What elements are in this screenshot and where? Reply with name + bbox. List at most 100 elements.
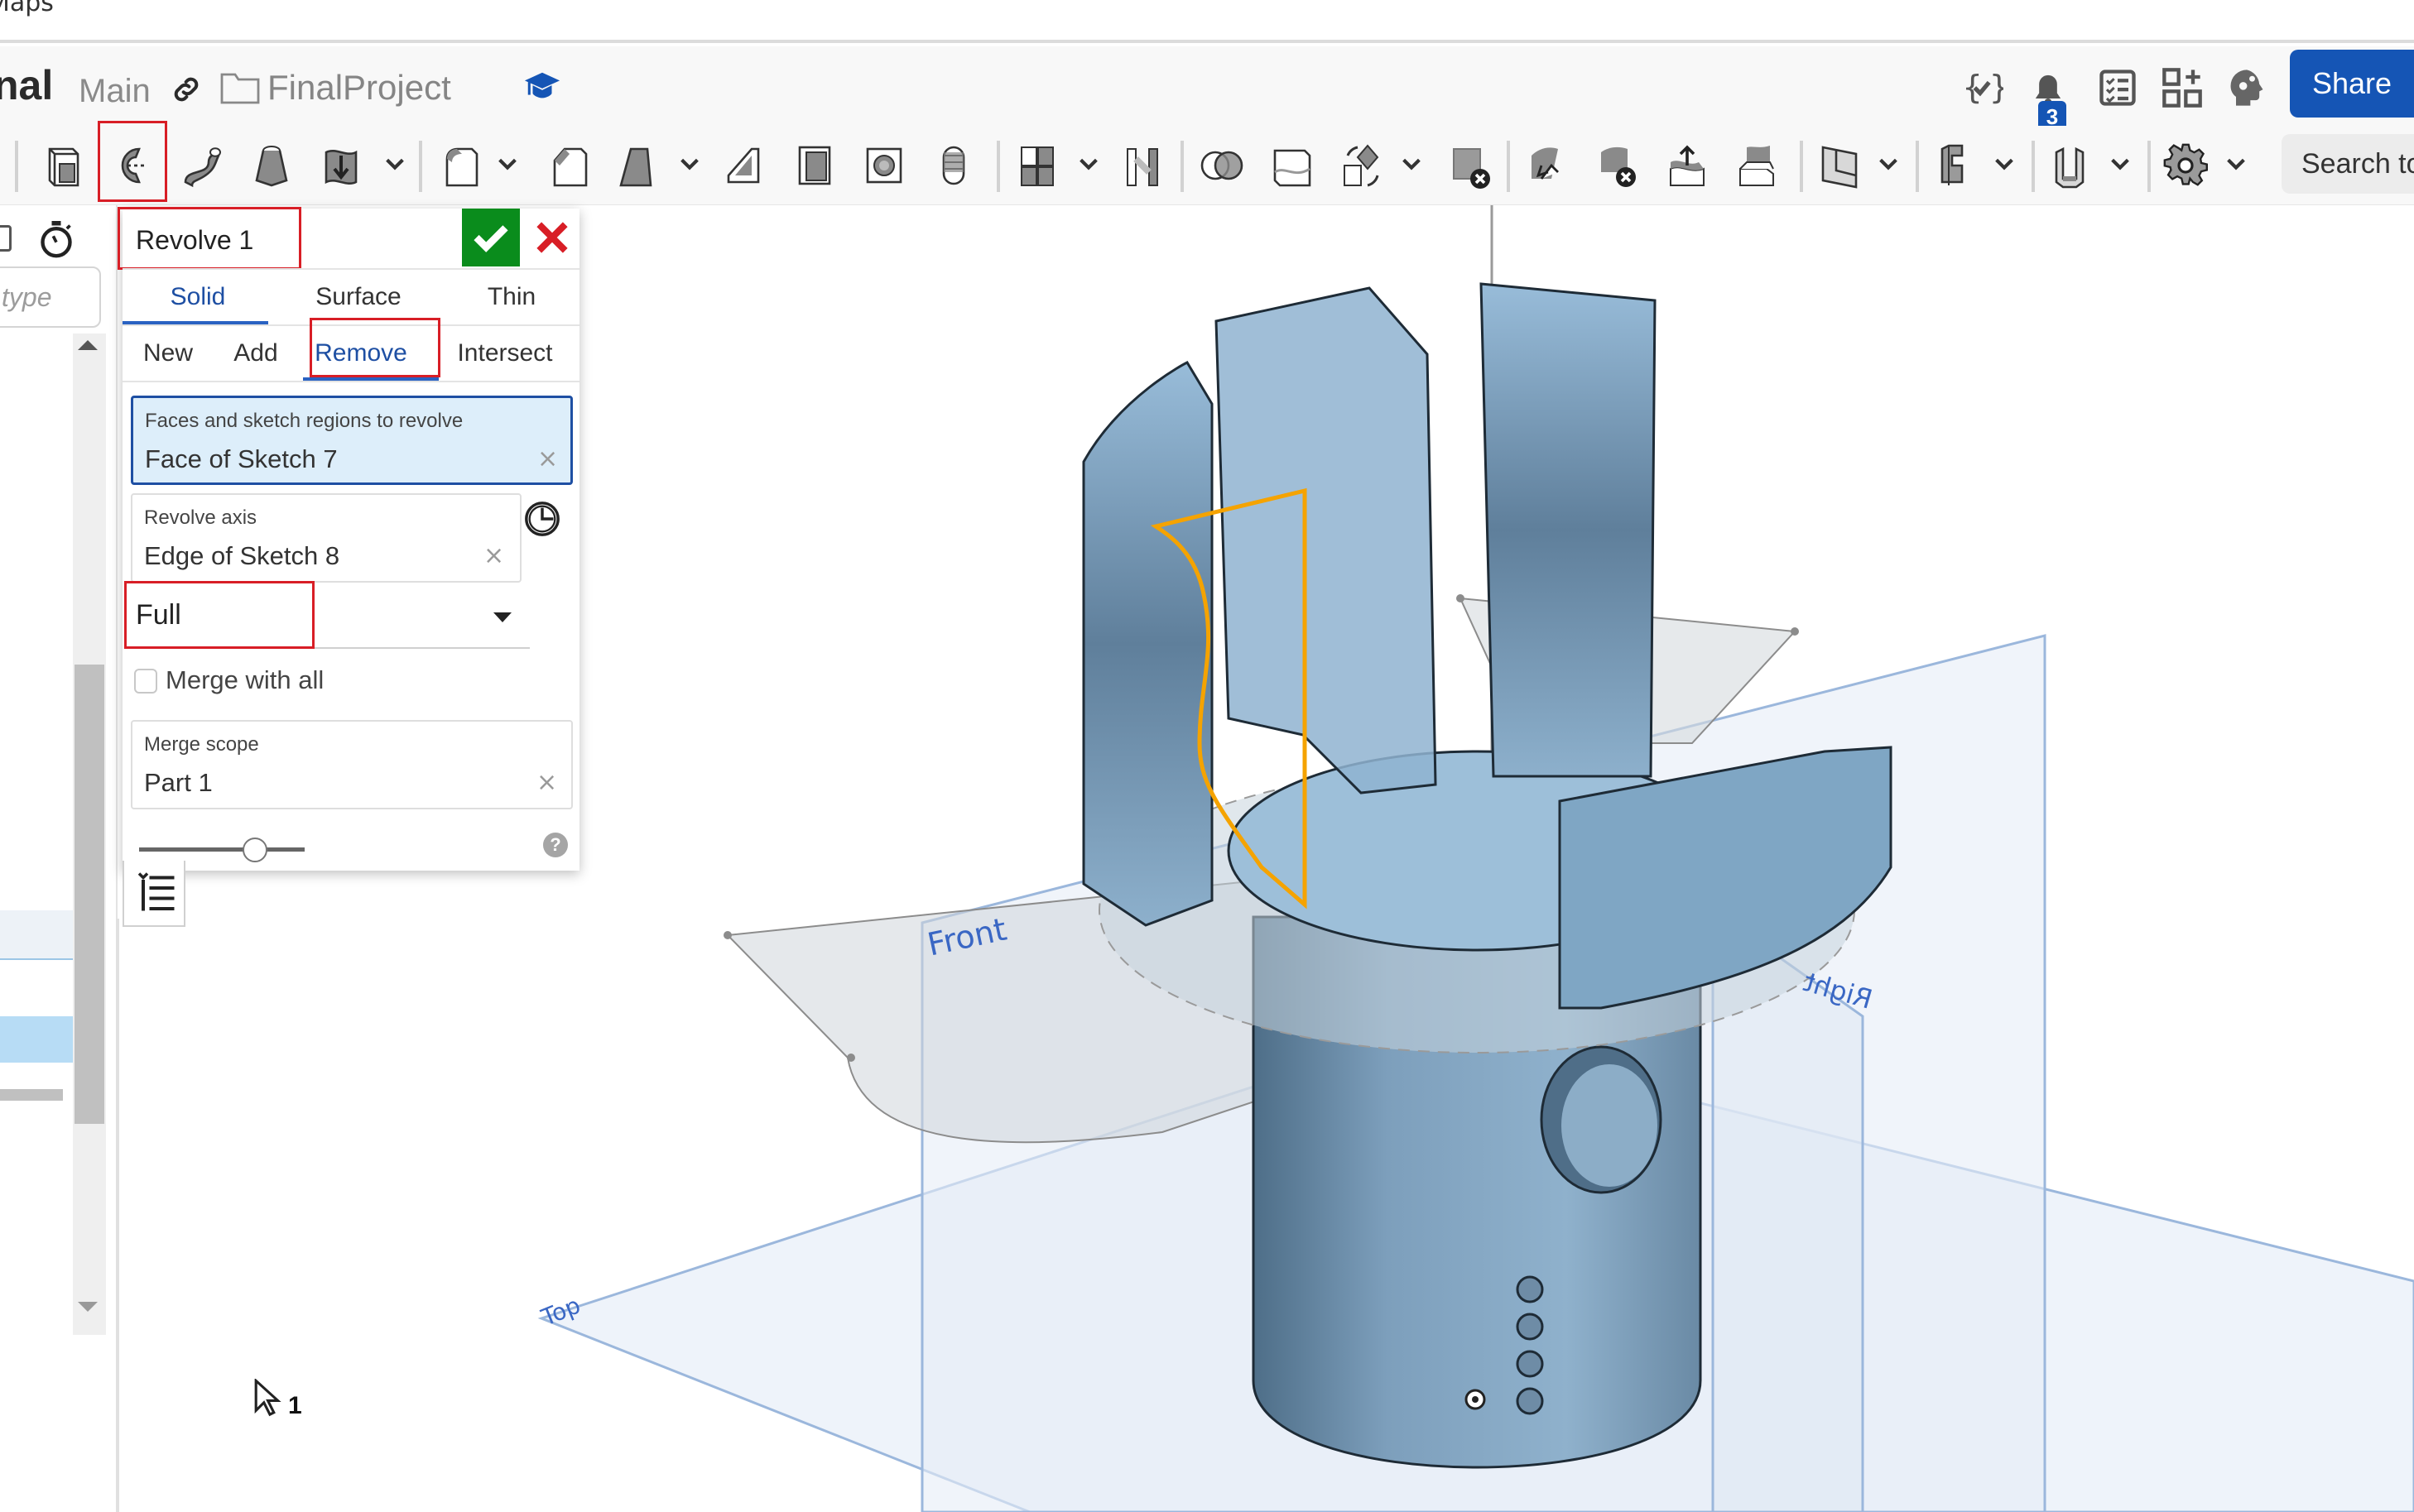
merge-with-all-checkbox[interactable] [134, 669, 157, 694]
divider [123, 381, 579, 382]
prong-back-left[interactable] [1214, 286, 1437, 794]
boolean-tool-icon[interactable] [1195, 139, 1248, 192]
remove-highlight [310, 318, 440, 377]
delete-face-tool-icon[interactable] [1591, 139, 1644, 192]
thicken-dropdown-chevron-icon[interactable] [382, 151, 407, 175]
pattern-dropdown-chevron-icon[interactable] [1076, 151, 1101, 175]
branch-name[interactable]: Main [79, 73, 151, 110]
transform-dropdown-chevron-icon[interactable] [1399, 151, 1424, 175]
toolbar-separator [1507, 141, 1510, 192]
scroll-down-arrow-icon[interactable] [78, 1302, 98, 1312]
scroll-up-arrow-icon[interactable] [78, 340, 98, 350]
rib-tool-icon[interactable] [719, 139, 772, 192]
offset-surface-tool-icon[interactable] [1661, 139, 1714, 192]
active-tool-highlight [98, 121, 167, 202]
field-label: Faces and sketch regions to revolve [145, 410, 464, 432]
scrollbar-thumb[interactable] [75, 665, 104, 1124]
draft-tool-icon[interactable] [611, 139, 664, 192]
feature-list-toggle[interactable] [123, 861, 185, 927]
plane-tool-icon[interactable] [1813, 139, 1866, 192]
feature-list-scrollbar[interactable] [73, 334, 106, 1335]
tab-add[interactable]: Add [227, 339, 285, 367]
thread-tool-icon[interactable] [927, 139, 980, 192]
rollback-timer-icon[interactable] [38, 218, 75, 260]
preview-slider-thumb[interactable] [243, 838, 267, 862]
sweep-tool-icon[interactable] [176, 139, 228, 192]
close-x-icon [536, 222, 568, 253]
prong-back-right[interactable] [1479, 282, 1657, 778]
split-tool-icon[interactable] [1265, 139, 1318, 192]
linear-pattern-tool-icon[interactable] [1012, 139, 1065, 192]
shell-tool-icon[interactable] [788, 139, 841, 192]
toolbar-separator [15, 141, 18, 192]
help-icon[interactable]: ? [543, 833, 568, 857]
divider [123, 268, 579, 270]
feature-list-item[interactable] [0, 910, 73, 960]
revolve-axis-field[interactable]: Revolve axis Edge of Sketch 8 × [131, 493, 522, 583]
select-all-checkbox[interactable] [0, 225, 12, 252]
toolbar-separator [1800, 141, 1803, 192]
hole-tool-icon[interactable] [858, 139, 911, 192]
clear-selection-icon[interactable]: × [536, 768, 557, 797]
tab-thin[interactable]: Thin [470, 283, 553, 311]
delete-part-tool-icon[interactable] [1444, 139, 1497, 192]
bookmarks-bar: Maps [0, 0, 2414, 43]
tab-solid[interactable]: Solid [152, 283, 243, 311]
panel-border [116, 919, 119, 1512]
move-face-tool-icon[interactable] [1522, 139, 1575, 192]
faces-to-revolve-field[interactable]: Faces and sketch regions to revolve Face… [131, 396, 573, 485]
tab-surface[interactable]: Surface [305, 283, 412, 311]
confirm-button[interactable] [462, 209, 520, 266]
field-value: Face of Sketch 7 [145, 444, 338, 473]
folder-icon[interactable] [220, 71, 260, 104]
replace-face-tool-icon[interactable] [1730, 139, 1783, 192]
extrude-tool-icon[interactable] [36, 139, 89, 192]
toolbar-separator [2032, 141, 2035, 192]
settings-gear-icon[interactable] [2159, 139, 2212, 192]
list-collapse-icon [137, 872, 175, 911]
learning-center-icon[interactable] [523, 68, 561, 106]
fillet-dropdown-chevron-icon[interactable] [495, 151, 520, 175]
preview-slider-track[interactable] [139, 847, 305, 852]
tab-intersect[interactable]: Intersect [447, 339, 563, 367]
share-button[interactable]: Share [2290, 50, 2414, 118]
plane-dropdown-chevron-icon[interactable] [1876, 151, 1901, 175]
bookmark-maps[interactable]: Maps [0, 0, 54, 17]
app-store-icon[interactable] [2161, 66, 2204, 109]
prong-left[interactable] [1082, 361, 1214, 927]
revolve-direction-icon[interactable] [523, 500, 561, 538]
tab-new[interactable]: New [139, 339, 197, 367]
variables-check-icon[interactable]: {} [1960, 66, 2009, 109]
merge-scope-field[interactable]: Merge scope Part 1 × [131, 720, 573, 809]
loft-tool-icon[interactable] [245, 139, 298, 192]
clear-selection-icon[interactable]: × [537, 444, 558, 473]
mouse-cursor-icon [253, 1377, 286, 1418]
transform-tool-icon[interactable] [1334, 139, 1387, 192]
chamfer-tool-icon[interactable] [541, 139, 594, 192]
tasks-checklist-icon[interactable] [2096, 66, 2139, 109]
cancel-button[interactable] [530, 215, 575, 260]
feature-list-panel: type [0, 205, 118, 1512]
settings-dropdown-chevron-icon[interactable] [2224, 151, 2248, 175]
feature-filter-input[interactable]: type [0, 266, 101, 328]
feature-list-item-selected[interactable] [0, 1016, 73, 1063]
draft-dropdown-chevron-icon[interactable] [677, 151, 702, 175]
checkmark-icon [474, 225, 508, 252]
merge-with-all-label[interactable]: Merge with all [166, 665, 324, 695]
mirror-tool-icon[interactable] [1116, 139, 1169, 192]
account-head-gear-icon[interactable] [2225, 66, 2268, 109]
sheet-metal-tool-icon[interactable] [2043, 139, 2096, 192]
clear-selection-icon[interactable]: × [483, 541, 504, 570]
folder-name[interactable]: FinalProject [267, 68, 451, 108]
document-title[interactable]: nal [0, 61, 53, 109]
search-tools-input[interactable]: Search to [2282, 134, 2414, 194]
link-icon[interactable] [170, 73, 203, 106]
thicken-tool-icon[interactable] [315, 139, 368, 192]
sheet-metal-dropdown-chevron-icon[interactable] [2108, 151, 2133, 175]
frame-dropdown-chevron-icon[interactable] [1992, 151, 2017, 175]
horizontal-scrollbar[interactable] [0, 1089, 63, 1101]
dropdown-caret-icon [493, 612, 512, 622]
fillet-tool-icon[interactable] [434, 139, 487, 192]
frame-tool-icon[interactable] [1929, 139, 1982, 192]
toolbar-separator [2147, 141, 2151, 192]
